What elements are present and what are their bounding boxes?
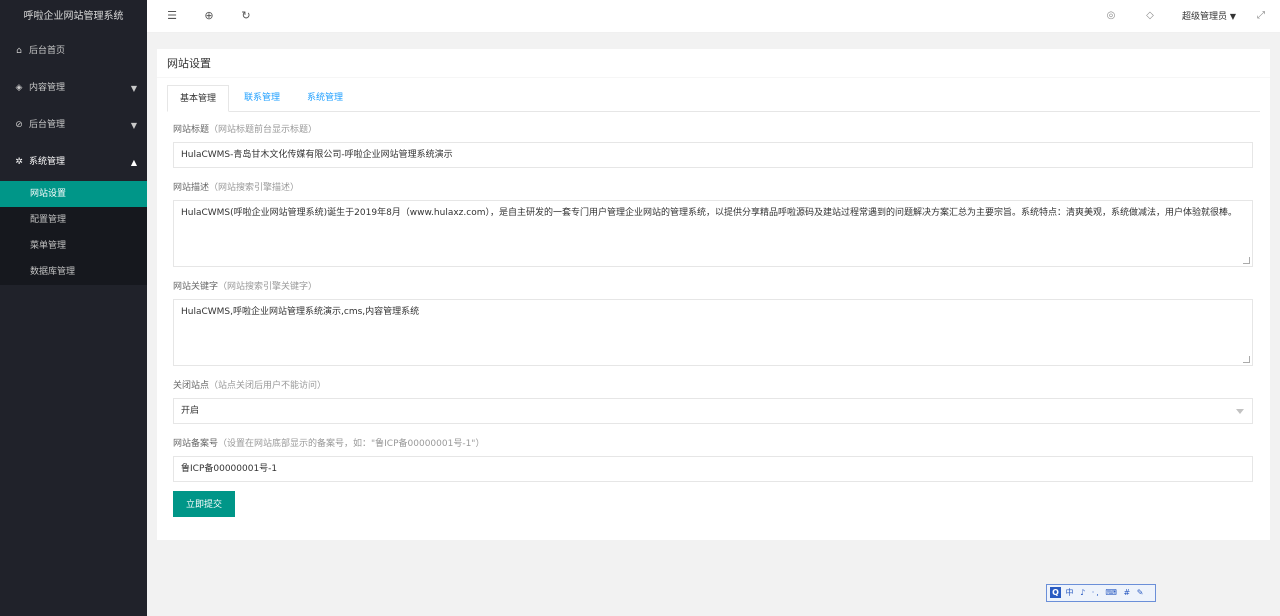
sidebar-item-home[interactable]: ⌂ 后台首页 bbox=[0, 33, 147, 70]
sidebar-item-content[interactable]: ◈ 内容管理 ▼ bbox=[0, 70, 147, 107]
page-title: 网站设置 bbox=[157, 49, 1270, 78]
fullscreen-icon[interactable]: ⤢ bbox=[1254, 9, 1268, 23]
site-icp-label: 网站备案号（设置在网站底部显示的备案号，如："鲁ICP备00000001号-1"… bbox=[173, 439, 485, 449]
sidebar-submenu: 网站设置 配置管理 菜单管理 数据库管理 bbox=[0, 181, 147, 285]
site-title-label: 网站标题（网站标题前台显示标题） bbox=[173, 125, 318, 135]
sidebar-subitem-site-settings[interactable]: 网站设置 bbox=[0, 181, 147, 207]
site-keywords-textarea[interactable]: HulaCWMS,呼啦企业网站管理系统演示,cms,内容管理系统 bbox=[173, 299, 1253, 366]
sidebar-item-admin[interactable]: ⊘ 后台管理 ▼ bbox=[0, 107, 147, 144]
top-bar: ☰ ⊕ ↻ ◎ ◇ 超级管理员 ▼ ⤢ bbox=[147, 0, 1280, 33]
sidebar-item-label: 内容管理 bbox=[29, 83, 66, 93]
refresh-icon[interactable]: ↻ bbox=[239, 9, 253, 23]
sidebar-item-system[interactable]: ✲ 系统管理 ▲ bbox=[0, 144, 147, 181]
sidebar-subitem-database[interactable]: 数据库管理 bbox=[0, 259, 147, 285]
sidebar-item-label: 后台管理 bbox=[29, 120, 66, 130]
select-arrow-icon bbox=[1236, 409, 1244, 414]
site-keywords-label: 网站关键字（网站搜索引擎关键字） bbox=[173, 282, 318, 292]
shield-icon: ⊘ bbox=[15, 120, 23, 130]
site-desc-textarea[interactable]: HulaCWMS(呼啦企业网站管理系统)诞生于2019年8月（www.hulax… bbox=[173, 200, 1253, 267]
resize-handle[interactable] bbox=[1243, 356, 1250, 363]
user-menu[interactable]: 超级管理员 ▼ bbox=[1182, 0, 1236, 34]
caret-down-icon: ▼ bbox=[1229, 12, 1237, 21]
sidebar-subitem-menu[interactable]: 菜单管理 bbox=[0, 233, 147, 259]
theme-icon[interactable]: ◎ bbox=[1104, 9, 1118, 23]
submit-button[interactable]: 立即提交 bbox=[173, 491, 235, 517]
site-desc-label: 网站描述（网站搜索引擎描述） bbox=[173, 183, 300, 193]
tab-contact[interactable]: 联系管理 bbox=[232, 85, 292, 112]
caret-up-icon: ▲ bbox=[130, 158, 137, 167]
ime-logo-icon: Q bbox=[1050, 587, 1061, 598]
tab-basic[interactable]: 基本管理 bbox=[167, 85, 229, 112]
ime-status: 中 ♪ ·, ⌨ # ✎ bbox=[1065, 588, 1146, 597]
tag-icon[interactable]: ◇ bbox=[1143, 9, 1157, 23]
site-icp-input[interactable]: 鲁ICP备00000001号-1 bbox=[173, 456, 1253, 482]
tab-system[interactable]: 系统管理 bbox=[295, 85, 355, 112]
ime-toolbar[interactable]: Q 中 ♪ ·, ⌨ # ✎ bbox=[1046, 584, 1156, 602]
settings-card: 网站设置 基本管理 联系管理 系统管理 网站标题（网站标题前台显示标题） Hul… bbox=[157, 49, 1270, 540]
tab-bar: 基本管理 联系管理 系统管理 bbox=[167, 85, 1260, 112]
globe-icon[interactable]: ⊕ bbox=[202, 9, 216, 23]
resize-handle[interactable] bbox=[1243, 257, 1250, 264]
sidebar-item-label: 后台首页 bbox=[29, 46, 66, 56]
menu-fold-icon[interactable]: ☰ bbox=[165, 9, 179, 23]
site-title-input[interactable]: HulaCWMS-青岛甘木文化传媒有限公司-呼啦企业网站管理系统演示 bbox=[173, 142, 1253, 168]
caret-down-icon: ▼ bbox=[130, 84, 137, 93]
site-close-select[interactable]: 开启 bbox=[173, 398, 1253, 424]
app-logo[interactable]: 呼啦企业网站管理系统 bbox=[0, 0, 147, 33]
sidebar-item-label: 系统管理 bbox=[29, 157, 66, 167]
gear-icon: ✲ bbox=[15, 157, 23, 167]
site-close-label: 关闭站点（站点关闭后用户不能访问） bbox=[173, 381, 327, 391]
caret-down-icon: ▼ bbox=[130, 121, 137, 130]
layers-icon: ◈ bbox=[15, 83, 23, 93]
home-icon: ⌂ bbox=[16, 46, 22, 56]
sidebar: 呼啦企业网站管理系统 ⌂ 后台首页 ◈ 内容管理 ▼ ⊘ 后台管理 ▼ ✲ 系统管理 ▲… bbox=[0, 0, 147, 616]
user-name: 超级管理员 bbox=[1182, 12, 1228, 22]
sidebar-subitem-config[interactable]: 配置管理 bbox=[0, 207, 147, 233]
